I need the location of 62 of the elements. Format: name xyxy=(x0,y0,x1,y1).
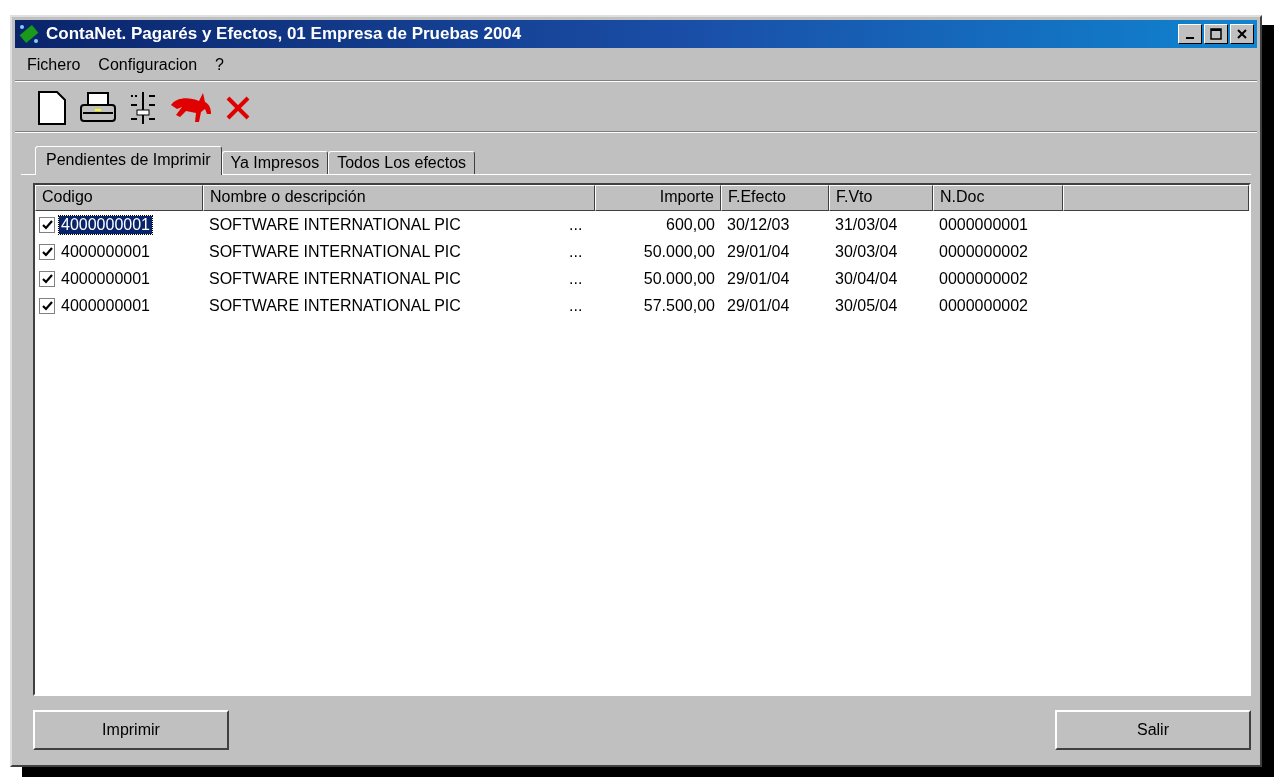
table-cell-text: 57.500,00 xyxy=(642,295,716,316)
document-icon xyxy=(37,91,67,125)
table-cell-text: SOFTWARE INTERNATIONAL PIC xyxy=(208,241,462,262)
table-cell-text: 30/12/03 xyxy=(726,214,791,235)
table-cell-text: 50.000,00 xyxy=(642,241,716,262)
table-cell-text: 0000000002 xyxy=(938,268,1029,289)
app-icon xyxy=(18,23,40,45)
table-cell-text: 0000000002 xyxy=(938,241,1029,262)
table-cell-text: 30/03/04 xyxy=(834,241,899,262)
table-cell-text: 29/01/04 xyxy=(726,241,791,262)
column-header[interactable]: F.Efecto xyxy=(721,185,829,211)
checkbox[interactable] xyxy=(39,216,55,233)
table-cell-text: SOFTWARE INTERNATIONAL PIC xyxy=(208,214,462,235)
column-header[interactable]: Importe xyxy=(595,185,721,211)
checkbox[interactable] xyxy=(39,270,55,287)
column-header[interactable]: Nombre o descripción xyxy=(203,185,595,211)
tab[interactable]: Ya Impresos xyxy=(221,151,329,174)
menu-item[interactable]: Configuracion xyxy=(98,56,198,74)
table-cell-text: 4000000001 xyxy=(60,296,151,315)
action-button[interactable]: Salir xyxy=(1055,710,1251,750)
table-cell-text: 31/03/04 xyxy=(834,214,899,235)
action-button[interactable]: Imprimir xyxy=(33,710,229,750)
table-cell-text: SOFTWARE INTERNATIONAL PIC xyxy=(208,295,462,316)
table-cell-text: 50.000,00 xyxy=(642,268,716,289)
maximize-button[interactable] xyxy=(1204,24,1228,44)
table-cell-text: ... xyxy=(568,214,584,235)
maximize-icon xyxy=(1210,28,1222,40)
checkbox[interactable] xyxy=(39,297,55,314)
delete-icon xyxy=(225,95,251,121)
tab[interactable]: Pendientes de Imprimir xyxy=(35,146,222,175)
table-cell-text: ... xyxy=(568,241,584,262)
table-cell-text: 29/01/04 xyxy=(726,268,791,289)
table-cell-text: 0000000002 xyxy=(938,295,1029,316)
toolbar-button[interactable] xyxy=(129,91,157,125)
slider-icon xyxy=(129,91,157,125)
menu-item[interactable]: Fichero xyxy=(27,56,81,74)
table-cell-text: SOFTWARE INTERNATIONAL PIC xyxy=(208,268,462,289)
table-cell-text: ... xyxy=(568,268,584,289)
printer-icon xyxy=(79,91,117,125)
table-cell-text: 29/01/04 xyxy=(726,295,791,316)
minimize-icon xyxy=(1186,37,1194,39)
table-cell-text: 30/05/04 xyxy=(834,295,899,316)
bull-icon xyxy=(169,91,213,125)
close-icon xyxy=(1236,28,1248,40)
minimize-button[interactable] xyxy=(1178,24,1202,44)
tab[interactable]: Todos Los efectos xyxy=(328,151,476,174)
menu-item[interactable]: ? xyxy=(215,56,224,74)
table-cell-text: 600,00 xyxy=(665,214,716,235)
table-cell-text: 30/04/04 xyxy=(834,268,899,289)
toolbar-button[interactable] xyxy=(79,91,117,125)
column-header[interactable]: F.Vto xyxy=(829,185,933,211)
toolbar-button[interactable] xyxy=(37,91,67,125)
close-button[interactable] xyxy=(1230,24,1254,44)
table-cell-text: ... xyxy=(568,295,584,316)
column-header[interactable]: Codigo xyxy=(35,185,203,211)
checkbox[interactable] xyxy=(39,243,55,260)
table-cell-text: 0000000001 xyxy=(938,214,1029,235)
window-title: ContaNet. Pagarés y Efectos, 01 Empresa de Pruebas 2004 xyxy=(46,24,523,44)
table-cell: 4000000001 xyxy=(59,215,152,234)
table-cell-text: 4000000001 xyxy=(60,242,151,261)
table-cell-text: 4000000001 xyxy=(60,269,151,288)
column-header[interactable]: N.Doc xyxy=(933,185,1063,211)
